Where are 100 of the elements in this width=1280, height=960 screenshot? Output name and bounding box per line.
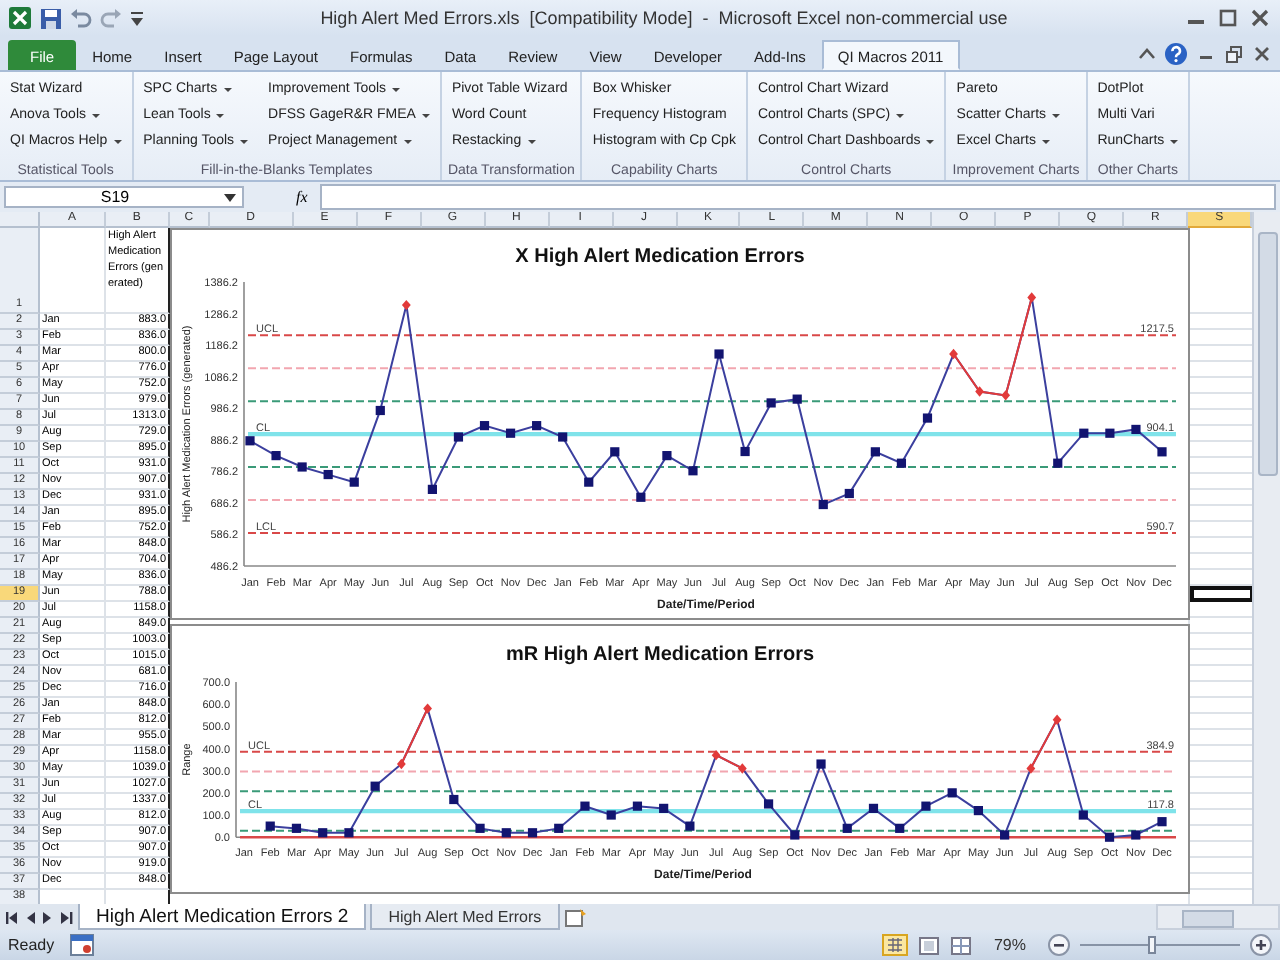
data-point xyxy=(973,806,983,816)
data-point xyxy=(344,828,354,838)
caret-icon xyxy=(224,193,236,201)
data-point xyxy=(922,413,933,423)
data-point xyxy=(688,466,698,476)
data-point xyxy=(740,446,750,457)
data-point xyxy=(662,451,672,461)
data-point xyxy=(584,477,594,487)
previous-sheet-icon[interactable] xyxy=(4,909,20,925)
data-point xyxy=(323,469,333,480)
signal-point xyxy=(711,749,721,761)
macro-record-icon[interactable] xyxy=(70,934,95,956)
data-point xyxy=(479,421,490,431)
signal-point xyxy=(1052,714,1062,725)
data-point xyxy=(1000,830,1010,840)
signal-point xyxy=(1027,292,1037,303)
data-point xyxy=(895,823,905,833)
maximize-icon[interactable] xyxy=(1216,8,1240,28)
page-break-icon[interactable] xyxy=(949,935,972,955)
signal-point xyxy=(949,348,958,360)
formula-input[interactable] xyxy=(319,184,1276,210)
status-text: Ready xyxy=(8,936,55,954)
data-point xyxy=(659,803,669,813)
data-point xyxy=(505,428,516,438)
data-point xyxy=(449,794,459,805)
save-icon[interactable] xyxy=(40,7,62,29)
signal-point xyxy=(1026,763,1036,774)
data-point xyxy=(375,405,385,416)
data-point xyxy=(792,394,802,404)
data-point xyxy=(610,447,620,457)
data-point xyxy=(896,458,907,468)
data-point xyxy=(1157,447,1167,457)
data-point xyxy=(475,823,485,833)
insert-function-button[interactable]: fx xyxy=(296,188,308,206)
data-point xyxy=(427,484,437,494)
zoom-out-icon[interactable] xyxy=(1048,934,1070,956)
data-point xyxy=(349,477,359,487)
data-point xyxy=(532,421,542,431)
customize-toolbar-icon[interactable] xyxy=(130,9,144,27)
data-point xyxy=(714,349,724,359)
signal-point xyxy=(975,386,984,397)
previous-sheet-icon[interactable] xyxy=(22,909,38,925)
data-point xyxy=(580,801,590,811)
data-point xyxy=(947,788,957,798)
name-box[interactable]: S19 xyxy=(4,186,244,208)
page-layout-icon[interactable] xyxy=(917,935,940,955)
data-point xyxy=(297,462,307,472)
next-sheet-icon[interactable] xyxy=(40,909,56,925)
data-point xyxy=(370,781,380,791)
data-point xyxy=(501,828,511,838)
data-point xyxy=(271,451,281,461)
data-point xyxy=(870,447,880,457)
data-point xyxy=(842,823,852,833)
zoom-in-icon[interactable] xyxy=(1250,934,1272,956)
signal-point xyxy=(737,763,747,774)
data-point xyxy=(245,436,255,446)
data-point xyxy=(606,810,616,820)
restore-icon[interactable] xyxy=(1224,45,1244,63)
data-point xyxy=(1157,817,1167,827)
signal-point xyxy=(396,758,406,770)
data-point xyxy=(921,801,931,811)
next-sheet-icon[interactable] xyxy=(58,909,74,925)
data-point xyxy=(816,759,826,769)
close-icon[interactable] xyxy=(1248,8,1272,28)
data-point xyxy=(632,801,643,811)
horizontal-scrollbar[interactable] xyxy=(1156,904,1280,930)
sheet-tab[interactable]: High Alert Medication Errors 2 xyxy=(78,904,367,930)
data-point xyxy=(1078,810,1088,820)
spreadsheet-logo-icon[interactable] xyxy=(8,6,32,30)
sheet-tab[interactable]: High Alert Med Errors xyxy=(370,904,560,930)
slider-thumb[interactable] xyxy=(1148,936,1156,954)
data-point xyxy=(636,492,646,502)
undo-icon[interactable] xyxy=(70,8,92,28)
data-point xyxy=(763,799,774,809)
data-point xyxy=(790,830,800,840)
signal-point xyxy=(423,703,432,714)
collapse-ribbon-icon[interactable] xyxy=(1138,46,1156,62)
vertical-scrollbar[interactable] xyxy=(1252,212,1280,904)
data-point xyxy=(685,821,695,831)
insert-sheet-icon[interactable] xyxy=(563,907,588,927)
data-point xyxy=(453,432,464,442)
data-point xyxy=(1131,830,1141,840)
window-title: High Alert Med Errors.xls [Compatibility Mode] - Microsoft Excel non-commercial use xyxy=(318,8,1010,28)
chart-title: mR High Alert Medication Errors xyxy=(505,644,815,666)
data-point xyxy=(868,803,879,813)
data-point xyxy=(554,823,564,833)
data-point xyxy=(318,828,328,838)
data-point xyxy=(1105,428,1115,438)
data-point xyxy=(265,821,275,831)
signal-point xyxy=(401,299,411,311)
data-point xyxy=(1079,428,1089,438)
signal-point xyxy=(1001,390,1011,401)
data-point xyxy=(291,823,302,833)
data-point xyxy=(1131,424,1141,435)
data-point xyxy=(1104,832,1115,842)
help-icon[interactable] xyxy=(1164,42,1188,66)
close-icon[interactable] xyxy=(1252,46,1272,62)
normal-view-icon[interactable] xyxy=(881,934,908,956)
data-point xyxy=(558,432,568,442)
zoom-level[interactable]: 79% xyxy=(993,936,1026,954)
